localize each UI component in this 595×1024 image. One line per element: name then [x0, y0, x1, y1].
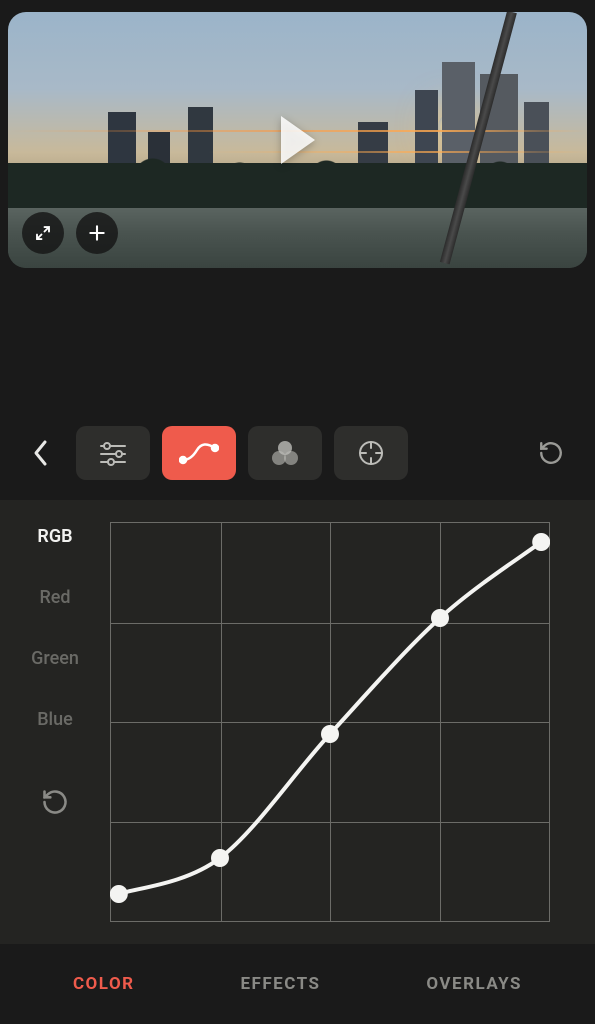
curve-editor[interactable] [110, 522, 550, 922]
channel-tab-red[interactable]: Red [39, 587, 70, 608]
tool-sliders[interactable] [76, 426, 150, 480]
preview-controls [22, 212, 118, 254]
play-icon[interactable] [281, 116, 315, 164]
bottom-tabs: COLOR EFFECTS OVERLAYS [0, 944, 595, 1024]
preview-trees [8, 163, 587, 213]
preview-flare [208, 151, 587, 153]
curve-point[interactable] [532, 533, 550, 551]
chevron-left-icon [32, 438, 50, 468]
curve-path[interactable] [119, 542, 541, 894]
tool-color-wheels[interactable] [248, 426, 322, 480]
bottom-tab-effects[interactable]: EFFECTS [240, 974, 320, 994]
tool-scopes[interactable] [334, 426, 408, 480]
color-toolbar [0, 426, 595, 480]
reset-icon [41, 788, 69, 816]
expand-button[interactable] [22, 212, 64, 254]
expand-icon [34, 224, 52, 242]
channel-reset-button[interactable] [41, 788, 69, 820]
curve-point[interactable] [211, 849, 229, 867]
curve-svg[interactable] [110, 522, 550, 922]
channel-tabs: RGB Red Green Blue [0, 522, 110, 924]
preview-container [0, 0, 595, 268]
curves-icon [179, 440, 219, 466]
undo-icon [538, 440, 564, 466]
sliders-icon [97, 440, 129, 466]
scope-icon [357, 439, 385, 467]
tool-curves[interactable] [162, 426, 236, 480]
channel-tab-rgb[interactable]: RGB [37, 526, 72, 547]
plus-icon [87, 223, 107, 243]
curve-point[interactable] [110, 885, 128, 903]
curves-panel: RGB Red Green Blue [0, 500, 595, 944]
bottom-tab-overlays[interactable]: OVERLAYS [426, 974, 522, 994]
curve-point[interactable] [431, 609, 449, 627]
bottom-tab-color[interactable]: COLOR [73, 974, 135, 994]
add-button[interactable] [76, 212, 118, 254]
video-color-editor: RGB Red Green Blue COLOR EFFECTS OVERLAY… [0, 0, 595, 1024]
undo-button[interactable] [531, 433, 571, 473]
color-wheels-icon [270, 440, 300, 466]
back-button[interactable] [24, 428, 58, 478]
channel-tab-blue[interactable]: Blue [37, 709, 73, 730]
curve-point[interactable] [321, 725, 339, 743]
video-preview[interactable] [8, 12, 587, 268]
channel-tab-green[interactable]: Green [31, 648, 79, 669]
